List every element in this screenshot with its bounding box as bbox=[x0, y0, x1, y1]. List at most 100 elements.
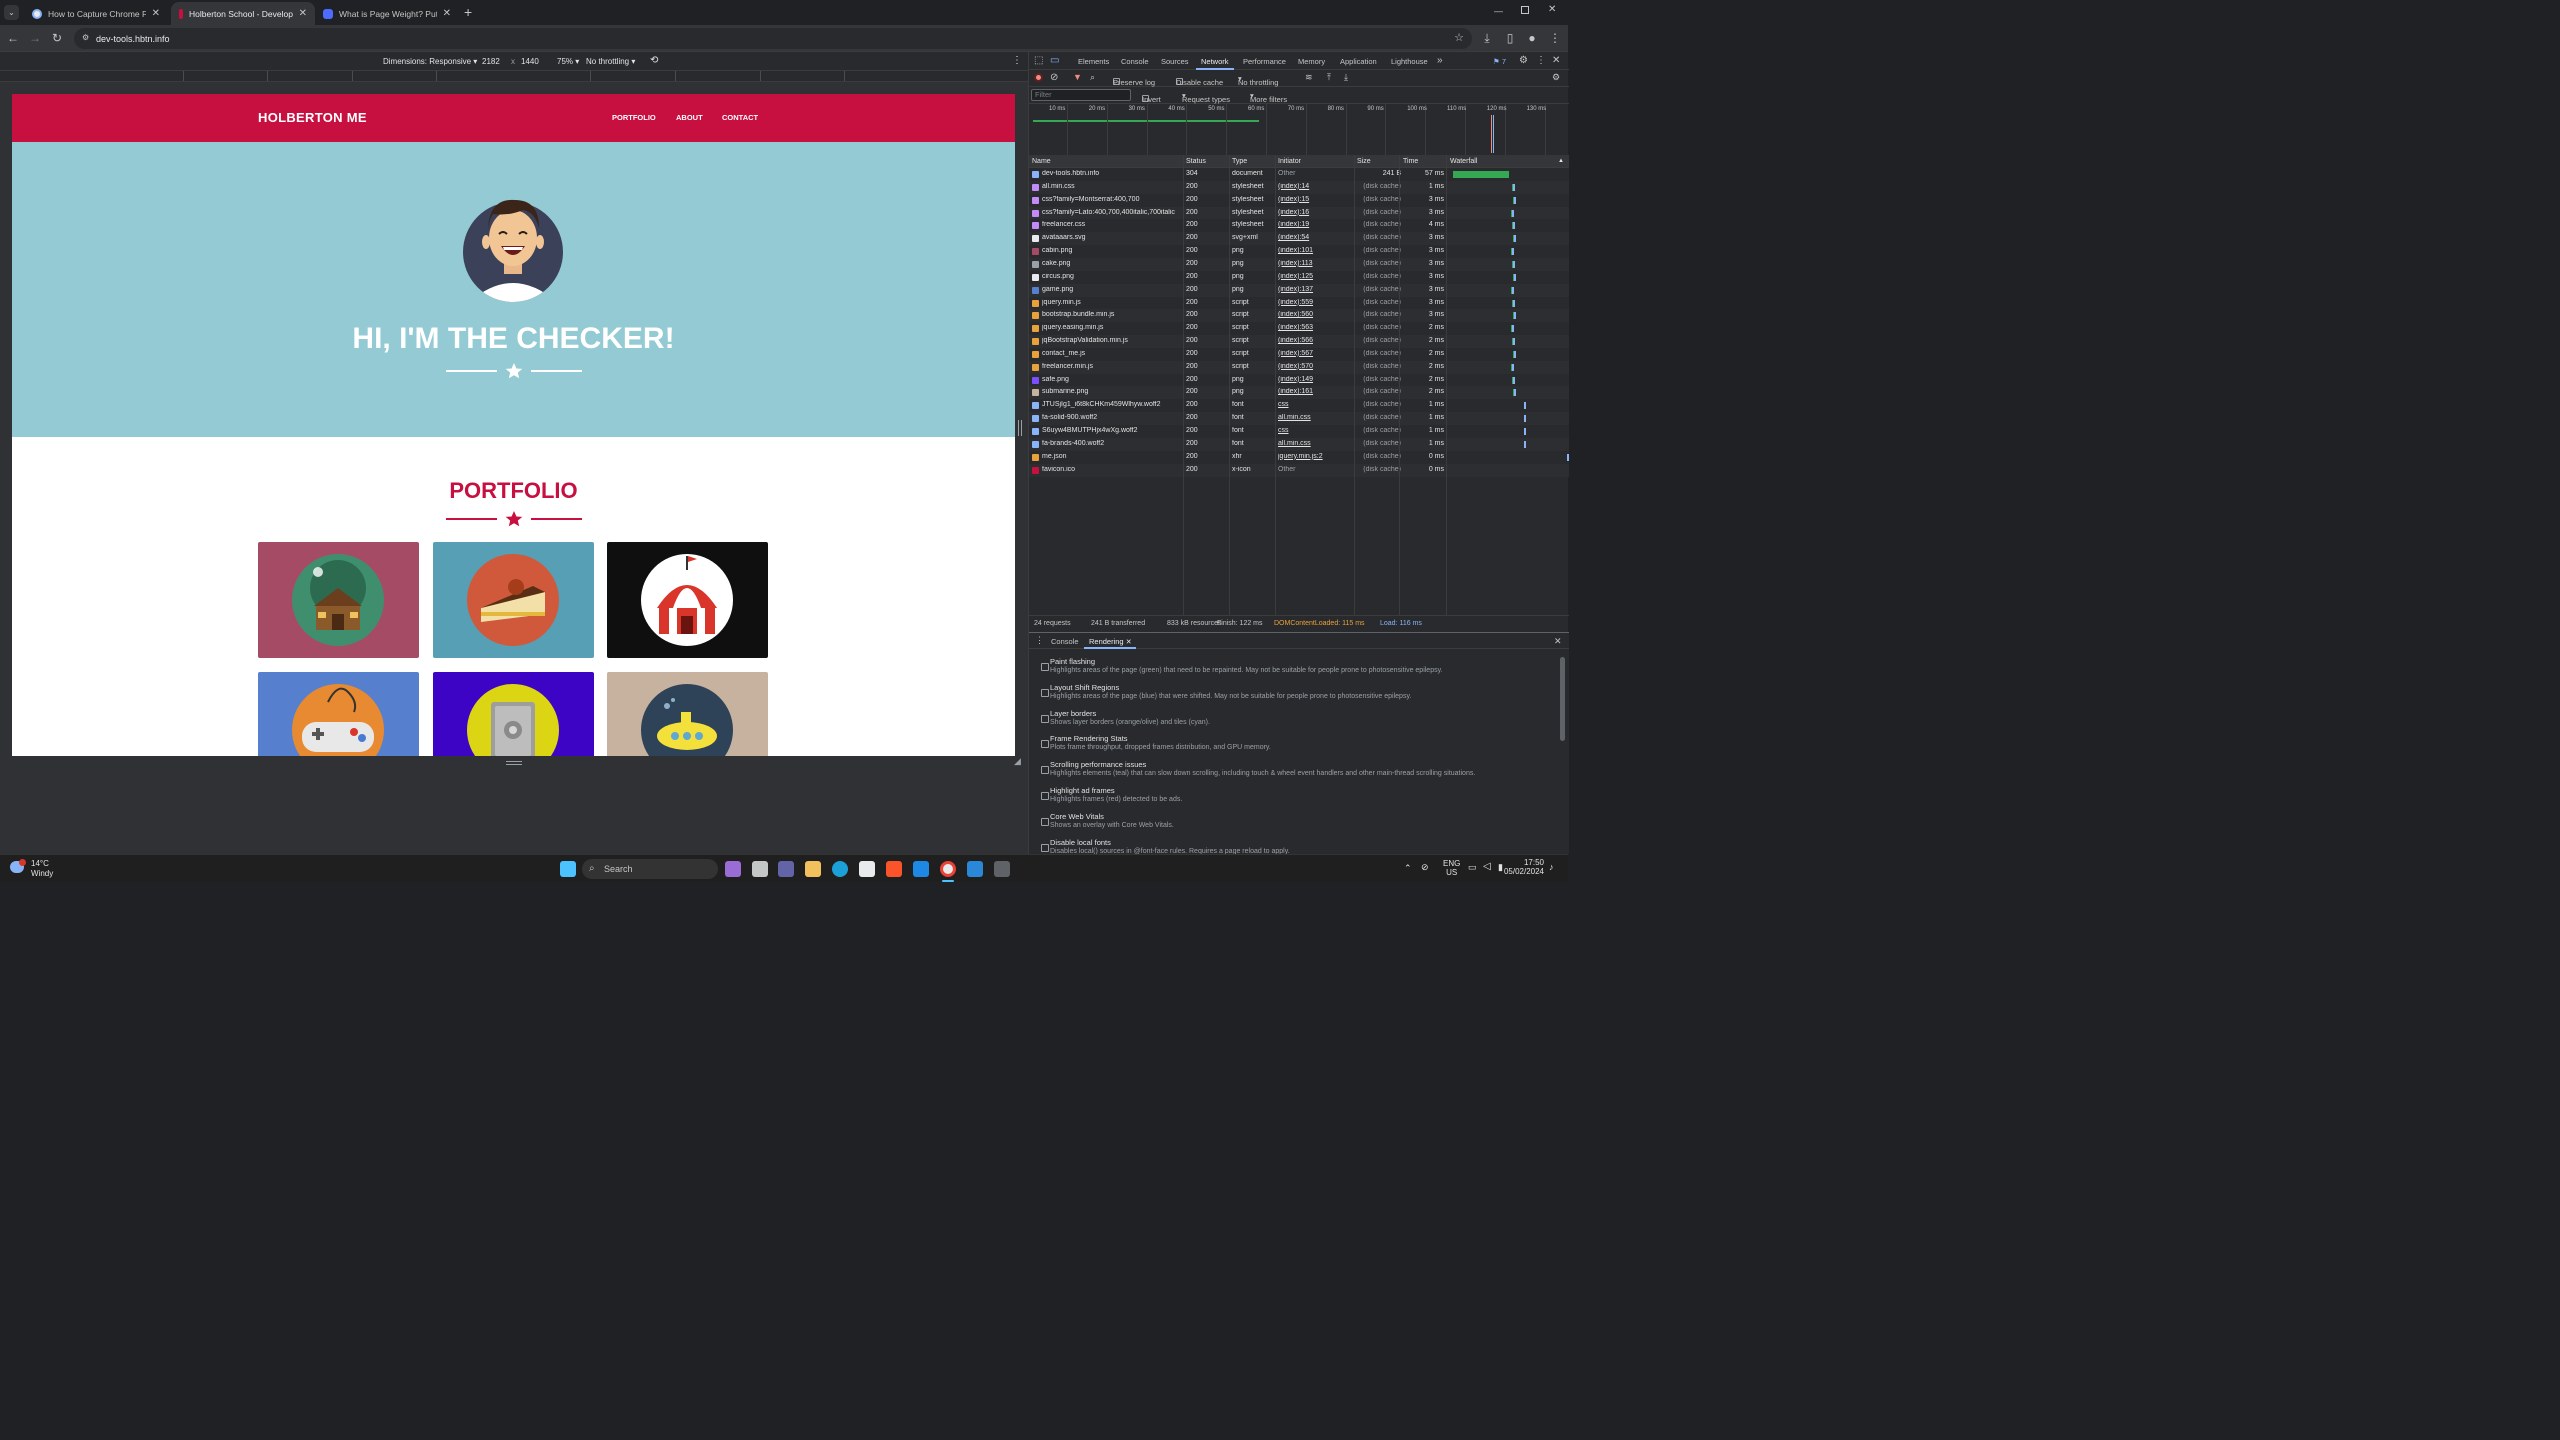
wifi-off-icon[interactable]: ⊘ bbox=[1421, 862, 1429, 873]
more-tabs-icon[interactable]: » bbox=[1437, 55, 1443, 66]
request-initiator[interactable]: (index):15 bbox=[1278, 196, 1354, 203]
import-har-icon[interactable]: ⤒ bbox=[1327, 72, 1331, 83]
drawer-close-icon[interactable]: ✕ bbox=[1554, 636, 1562, 647]
nav-link-contact[interactable]: CONTACT bbox=[722, 113, 758, 122]
column-size[interactable]: Size bbox=[1357, 158, 1371, 165]
table-row[interactable]: submarine.png 200 png (index):161 (disk cach… bbox=[1029, 386, 1569, 400]
portfolio-item-cake[interactable] bbox=[433, 542, 594, 658]
export-har-icon[interactable]: ⤓ bbox=[1344, 72, 1348, 83]
teams-icon[interactable] bbox=[778, 861, 794, 877]
option-checkbox[interactable] bbox=[1041, 714, 1049, 723]
drawer-menu-icon[interactable]: ⋮ bbox=[1035, 635, 1044, 646]
tab-close-icon[interactable]: ✕ bbox=[443, 8, 451, 19]
bookmark-star-icon[interactable]: ☆ bbox=[1454, 31, 1464, 44]
clock[interactable]: 17:50 05/02/2024 bbox=[1498, 858, 1544, 876]
request-initiator[interactable]: (index):567 bbox=[1278, 350, 1354, 357]
portfolio-item-circus[interactable] bbox=[607, 542, 768, 658]
filter-input[interactable]: Filter bbox=[1031, 89, 1131, 101]
menu-icon[interactable]: ⋮ bbox=[1548, 30, 1562, 46]
address-bar[interactable]: ⚙ dev-tools.hbtn.info ☆ bbox=[74, 28, 1472, 49]
request-initiator[interactable]: (index):566 bbox=[1278, 337, 1354, 344]
drawer-tab-rendering[interactable]: Rendering ✕ bbox=[1089, 637, 1132, 646]
browser-tab-3[interactable]: What is Page Weight? Put your ✕ bbox=[315, 2, 459, 25]
request-initiator[interactable]: (index):570 bbox=[1278, 363, 1354, 370]
option-checkbox[interactable] bbox=[1041, 740, 1049, 749]
column-name[interactable]: Name bbox=[1032, 158, 1051, 165]
request-initiator[interactable]: (index):560 bbox=[1278, 311, 1354, 318]
table-row[interactable]: game.png 200 png (index):137 (disk cache) 3 m… bbox=[1029, 283, 1569, 297]
device-toolbar-toggle-icon[interactable]: ▭ bbox=[1050, 55, 1059, 66]
table-row[interactable]: me.json 200 xhr jquery.min.js:2 (disk cache)… bbox=[1029, 450, 1569, 464]
request-initiator[interactable]: jquery.min.js:2 bbox=[1278, 453, 1354, 460]
rendering-option[interactable]: Core Web Vitals Shows an overlay with Cor… bbox=[1041, 812, 1561, 836]
drawer-tab-close-icon[interactable]: ✕ bbox=[1126, 639, 1132, 646]
viewport-resize-handle[interactable] bbox=[506, 761, 522, 765]
drawer-tab-console[interactable]: Console bbox=[1051, 637, 1079, 646]
close-window-icon[interactable]: ✕ bbox=[1548, 4, 1556, 15]
start-icon[interactable] bbox=[560, 861, 576, 877]
drawer-scrollbar[interactable] bbox=[1560, 657, 1565, 741]
download-icon[interactable]: ⤓ bbox=[1480, 30, 1494, 46]
nav-link-about[interactable]: ABOUT bbox=[676, 113, 703, 122]
portfolio-item-safe[interactable] bbox=[433, 672, 594, 756]
devtools-settings-icon[interactable]: ⚙ bbox=[1519, 55, 1528, 66]
minimize-window-icon[interactable]: — bbox=[1494, 6, 1503, 16]
rendering-option[interactable]: Frame Rendering Stats Plots frame through… bbox=[1041, 734, 1561, 758]
request-initiator[interactable]: (index):149 bbox=[1278, 376, 1354, 383]
search-icon[interactable]: ⌕ bbox=[1090, 72, 1095, 83]
brave-icon[interactable] bbox=[886, 861, 902, 877]
column-type[interactable]: Type bbox=[1232, 158, 1247, 165]
table-row[interactable]: css?family=Montserrat:400,700 200 styleshe… bbox=[1029, 193, 1569, 207]
language-indicator[interactable]: ENG US bbox=[1443, 859, 1460, 877]
tab-close-icon[interactable]: ✕ bbox=[152, 8, 160, 19]
column-waterfall[interactable]: Waterfall bbox=[1450, 158, 1477, 165]
dimensions-dropdown[interactable]: Dimensions: Responsive ▾ bbox=[383, 57, 477, 66]
table-row[interactable]: freelancer.min.js 200 script (index):570 (di… bbox=[1029, 360, 1569, 374]
table-row[interactable]: fa-solid-900.woff2 200 font all.min.css (dis… bbox=[1029, 412, 1569, 426]
width-input[interactable]: 2182 bbox=[482, 57, 500, 66]
new-tab-button[interactable]: + bbox=[464, 4, 472, 20]
request-initiator[interactable]: (index):125 bbox=[1278, 273, 1354, 280]
table-row[interactable]: safe.png 200 png (index):149 (disk cache) 2 m… bbox=[1029, 373, 1569, 387]
table-row[interactable]: jquery.easing.min.js 200 script (index):563… bbox=[1029, 322, 1569, 336]
site-brand-link[interactable]: HOLBERTON ME bbox=[258, 110, 367, 125]
side-panel-icon[interactable]: ▯ bbox=[1503, 30, 1517, 46]
browser-tab-2[interactable]: Holberton School - Developer T ✕ bbox=[171, 2, 315, 25]
request-initiator[interactable]: (index):16 bbox=[1278, 209, 1354, 216]
viewport-side-resize-handle[interactable] bbox=[1018, 420, 1022, 436]
weather-widget[interactable]: 14°C Windy bbox=[10, 859, 80, 879]
table-row[interactable]: favicon.ico 200 x-icon Other (disk cache) 0 m… bbox=[1029, 463, 1569, 477]
rendering-option[interactable]: Scrolling performance issues Highlights e… bbox=[1041, 760, 1561, 784]
rendering-option[interactable]: Paint flashing Highlights areas of the pa… bbox=[1041, 657, 1561, 681]
request-types-dropdown[interactable]: Request types ▾ bbox=[1182, 91, 1230, 104]
nav-link-portfolio[interactable]: PORTFOLIO bbox=[612, 113, 656, 122]
column-time[interactable]: Time bbox=[1403, 158, 1418, 165]
back-icon[interactable]: ← bbox=[6, 30, 20, 46]
network-overview[interactable]: 10 ms 20 ms 30 ms 40 ms 50 ms 60 ms 70 ms 80 ms… bbox=[1029, 103, 1569, 159]
network-throttle-dropdown[interactable]: No throttling ▾ bbox=[1238, 74, 1278, 87]
request-initiator[interactable]: (index):559 bbox=[1278, 299, 1354, 306]
store-icon[interactable] bbox=[859, 861, 875, 877]
zoom-dropdown[interactable]: 75% ▾ bbox=[557, 57, 579, 66]
table-row[interactable]: cabin.png 200 png (index):101 (disk cache) 3 … bbox=[1029, 245, 1569, 259]
clear-icon[interactable]: ⊘ bbox=[1050, 72, 1058, 83]
tab-search-button[interactable]: ⌄ bbox=[4, 5, 19, 20]
photos-icon[interactable] bbox=[967, 861, 983, 877]
option-checkbox[interactable] bbox=[1041, 817, 1049, 826]
table-row[interactable]: fa-brands-400.woff2 200 font all.min.css (di… bbox=[1029, 437, 1569, 451]
request-initiator[interactable]: all.min.css bbox=[1278, 414, 1354, 421]
restore-window-icon[interactable] bbox=[1521, 6, 1529, 14]
task-view-icon[interactable] bbox=[752, 861, 768, 877]
request-initiator[interactable]: all.min.css bbox=[1278, 440, 1354, 447]
site-info-icon[interactable]: ⚙ bbox=[82, 33, 89, 42]
devtools-tab-lighthouse[interactable]: Lighthouse bbox=[1391, 57, 1428, 66]
devtools-tab-application[interactable]: Application bbox=[1340, 57, 1377, 66]
portfolio-item-game[interactable] bbox=[258, 672, 419, 756]
rotate-icon[interactable]: ⟲ bbox=[650, 55, 658, 66]
inspect-element-icon[interactable]: ⬚ bbox=[1034, 55, 1043, 66]
option-checkbox[interactable] bbox=[1041, 663, 1049, 671]
record-icon[interactable] bbox=[1034, 73, 1043, 82]
devtools-tab-console[interactable]: Console bbox=[1121, 57, 1149, 66]
table-row[interactable]: css?family=Lato:400,700,400italic,700ita… bbox=[1029, 206, 1569, 220]
edge-icon[interactable] bbox=[832, 861, 848, 877]
